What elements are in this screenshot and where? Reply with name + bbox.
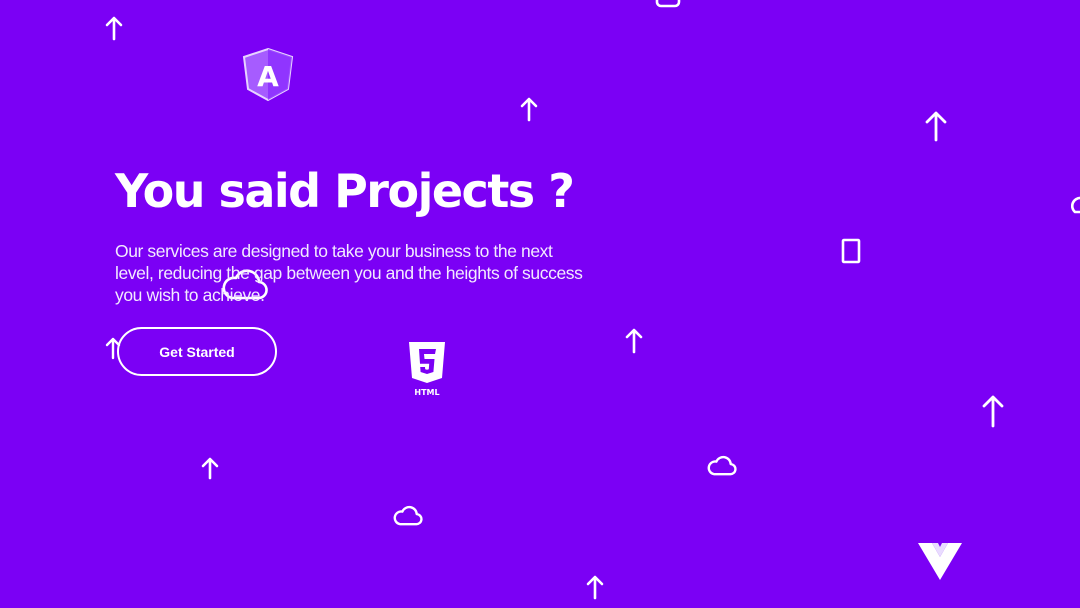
arrow-up-icon [624, 327, 644, 354]
cloud-icon [393, 505, 423, 527]
arrow-up-icon [924, 110, 948, 142]
arrow-up-icon [519, 96, 539, 122]
cloud-icon [707, 455, 737, 477]
hero-section: You said Projects ? Our services are des… [115, 160, 595, 306]
hero-description: Our services are designed to take your b… [115, 241, 583, 305]
cloud-icon [1071, 194, 1080, 214]
vue-icon [918, 541, 962, 581]
get-started-button[interactable]: Get Started [117, 327, 277, 376]
arrow-up-icon [104, 15, 124, 41]
tablet-icon [841, 238, 861, 264]
tablet-icon [655, 0, 681, 8]
svg-text:A: A [257, 60, 279, 93]
angular-icon: A [242, 47, 294, 102]
svg-text:HTML: HTML [414, 388, 439, 397]
arrow-up-icon [200, 456, 220, 480]
arrow-up-icon [585, 574, 605, 600]
arrow-up-icon [981, 394, 1005, 428]
html5-icon: HTML [405, 340, 449, 398]
hero-title: You said Projects ? [115, 164, 575, 218]
